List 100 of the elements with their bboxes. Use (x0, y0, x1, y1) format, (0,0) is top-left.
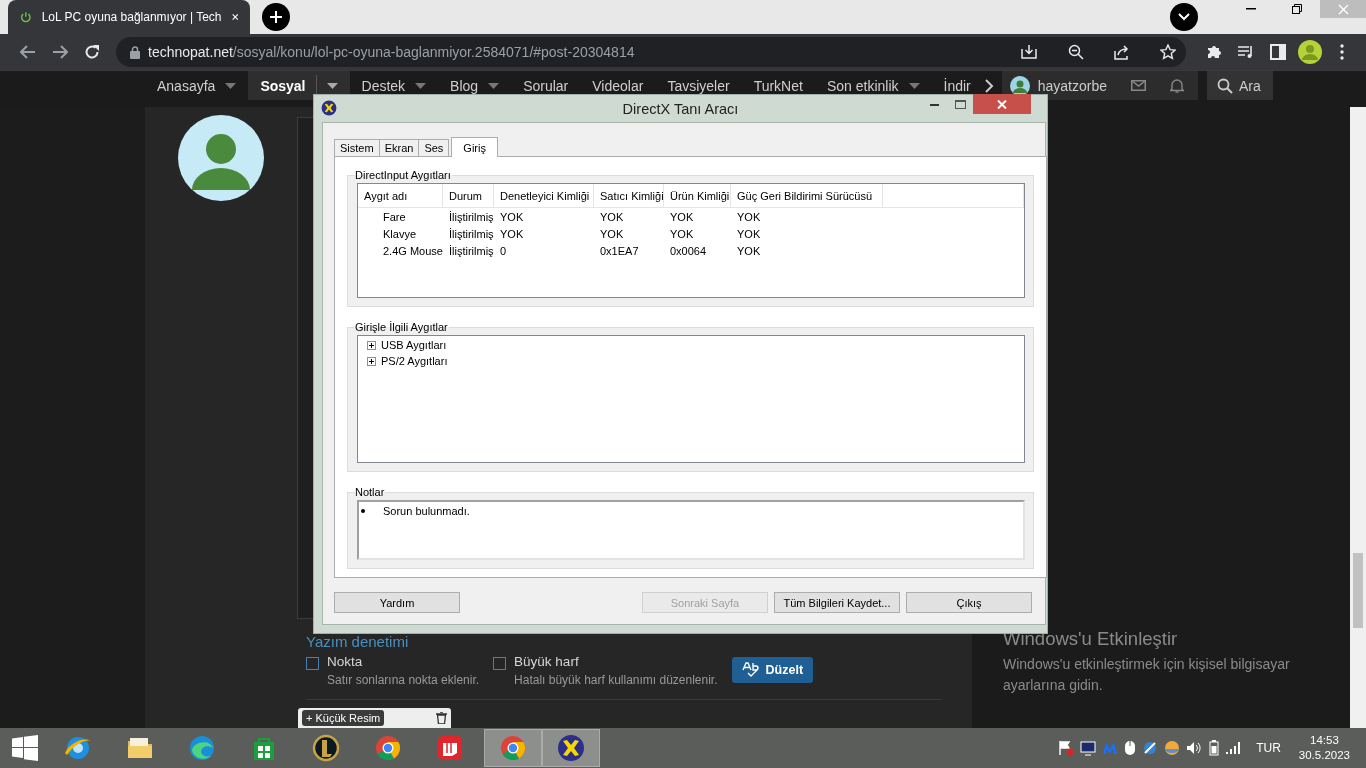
caret-icon[interactable] (488, 82, 500, 89)
table-cell-text: YOK (669, 226, 695, 242)
column-header[interactable]: Güç Geri Bildirimi Sürücüsü (731, 184, 883, 207)
caret-icon[interactable] (326, 82, 338, 89)
spellcheck-icon[interactable] (741, 662, 762, 678)
column-header[interactable]: Satıcı Kimliği (594, 184, 664, 207)
column-header[interactable]: Durum (443, 184, 494, 207)
restore-icon[interactable] (1292, 4, 1302, 14)
minimize-icon[interactable] (1246, 8, 1256, 10)
tab-search-button[interactable] (1170, 3, 1198, 31)
avatar[interactable] (178, 115, 264, 201)
tab-title: LoL PC oyuna bağlanmıyor | Tech (41, 10, 222, 24)
clock-time[interactable]: 14:53 (1298, 733, 1350, 748)
close-icon[interactable] (231, 12, 238, 22)
dialog-button[interactable]: Çıkış (906, 592, 1032, 613)
note-text: Sorun bulunmadı. (383, 505, 470, 517)
swirl-icon[interactable] (187, 733, 217, 763)
star-icon[interactable] (1160, 44, 1176, 60)
new-tab-button[interactable] (262, 3, 290, 31)
caret-icon[interactable] (415, 82, 427, 89)
tab[interactable]: Sistem (334, 139, 380, 156)
search-button[interactable]: Ara (1207, 71, 1273, 100)
section-title: Yazım denetimi (306, 633, 410, 650)
language-indicator[interactable]: TUR (1256, 741, 1281, 755)
ring-icon[interactable] (311, 733, 341, 763)
nav-item[interactable]: Anasayfa (145, 71, 249, 100)
signal-icon[interactable] (1226, 742, 1243, 754)
nav-item[interactable]: Blog (438, 71, 512, 100)
column-header[interactable]: Ürün Kimliği (664, 184, 731, 207)
orb-icon[interactable] (1164, 740, 1181, 756)
maximize-icon[interactable] (954, 99, 966, 109)
avatar-icon[interactable] (1298, 40, 1322, 64)
mail-icon[interactable] (1131, 80, 1147, 91)
wheel-icon[interactable] (498, 733, 528, 763)
tree-item[interactable]: USB Aygıtları (381, 339, 447, 351)
media-list-icon[interactable] (1237, 45, 1255, 59)
chevron-down-icon[interactable] (1178, 13, 1190, 21)
forward-icon[interactable] (52, 45, 68, 59)
table-cell-text: YOK (599, 226, 625, 242)
device-tree[interactable]: USB Aygıtları PS/2 Aygıtları (357, 335, 1025, 463)
page-scrollbar[interactable] (1350, 107, 1366, 728)
trash-icon[interactable] (436, 712, 447, 724)
mouse-icon[interactable] (1124, 740, 1137, 756)
column-header[interactable]: Aygıt adı (358, 184, 443, 207)
network-icon[interactable] (1142, 740, 1159, 756)
thumbnail-button[interactable]: + Küçük Resim (302, 710, 385, 726)
expand-icon[interactable] (367, 340, 376, 350)
reload-icon[interactable] (84, 44, 100, 60)
fix-button[interactable]: Düzelt (731, 657, 814, 683)
window-title: DirectX Tanı Aracı (622, 100, 739, 117)
table-cell-text: YOK (599, 209, 625, 225)
nav-item[interactable]: Sosyal (248, 71, 350, 100)
option-label[interactable]: Nokta (327, 654, 480, 670)
browser-tab[interactable]: LoL PC oyuna bağlanmıyor | Tech (8, 0, 250, 34)
battery-icon[interactable] (1208, 740, 1221, 756)
monitor-icon[interactable] (1080, 740, 1097, 756)
download-icon[interactable] (1020, 44, 1038, 60)
nav-item[interactable]: Son etkinlik (814, 71, 932, 100)
flag-icon[interactable] (1058, 740, 1075, 756)
tree-item[interactable]: PS/2 Aygıtları (381, 355, 448, 367)
fist-icon[interactable] (435, 733, 465, 763)
group-title: Notlar (354, 486, 386, 498)
back-icon[interactable] (20, 45, 36, 59)
column-header[interactable]: Denetleyici Kimliği (494, 184, 594, 207)
activation-text: Windows'u etkinleştirmek için kişisel bilgisayar ayarlarına gidin. (1003, 655, 1291, 695)
clock-date[interactable]: 30.5.2023 (1298, 748, 1350, 763)
x-icon[interactable] (556, 733, 586, 763)
tab[interactable]: Giriş (451, 137, 498, 157)
puzzle-icon[interactable] (1206, 44, 1222, 60)
close-button[interactable] (973, 94, 1031, 114)
option-label[interactable]: Büyük harf (514, 654, 718, 670)
chevron-right-icon[interactable] (984, 78, 994, 93)
nav-item[interactable]: Destek (349, 71, 439, 100)
search-icon[interactable] (1217, 77, 1234, 94)
menu-icon[interactable] (1340, 44, 1344, 60)
table-cell-text: İliştirilmiş (448, 226, 494, 242)
speaker-icon[interactable] (1186, 740, 1203, 756)
start-icon[interactable] (12, 735, 38, 761)
user-avatar[interactable] (1009, 75, 1030, 96)
device-list[interactable] (357, 183, 1025, 298)
dialog-button[interactable]: Yardım (334, 592, 460, 613)
plus-icon[interactable] (269, 10, 283, 24)
tab[interactable]: Ses (418, 139, 450, 156)
caret-icon[interactable] (908, 82, 920, 89)
wheel-icon[interactable] (373, 733, 403, 763)
caret-icon[interactable] (225, 82, 237, 89)
expand-icon[interactable] (367, 356, 376, 366)
table-cell-text: YOK (669, 209, 695, 225)
table-cell-text: YOK (499, 209, 525, 225)
address-bar[interactable]: technopat.net/sosyal/konu/lol-pc-oyuna-baglanmiyor.2584071/#post-20304814 (116, 37, 1186, 67)
zoom-out-icon[interactable] (1068, 44, 1084, 60)
bell-icon[interactable] (1170, 78, 1185, 93)
dialog-button[interactable]: Tüm Bilgileri Kaydet... (774, 592, 900, 613)
taskbar-button[interactable] (542, 729, 600, 767)
table-cell-text: YOK (499, 226, 525, 242)
side-panel-icon[interactable] (1270, 44, 1286, 60)
checkbox[interactable] (493, 657, 507, 670)
share-icon[interactable] (1114, 44, 1130, 60)
table-cell-text: Klavye (382, 226, 418, 242)
checkbox[interactable] (306, 657, 319, 670)
